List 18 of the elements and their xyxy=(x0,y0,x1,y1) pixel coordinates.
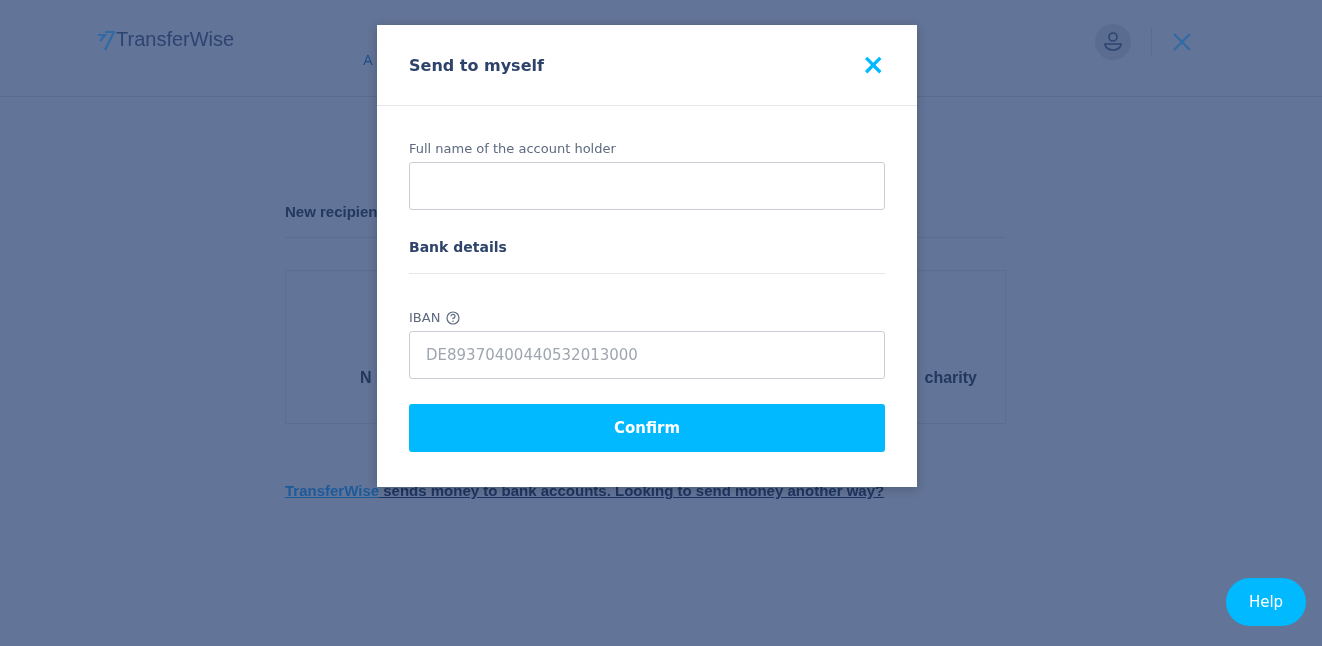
card-label: N xyxy=(360,369,372,387)
field-label: Full name of the account holder xyxy=(409,141,616,156)
logo-icon xyxy=(97,31,115,51)
section-title: Bank details xyxy=(409,224,885,274)
dialog-title: Send to myself xyxy=(409,55,544,75)
profile-button[interactable] xyxy=(1095,24,1131,60)
person-icon xyxy=(1102,31,1124,53)
card-label: charity xyxy=(924,369,977,387)
nav-link[interactable]: A xyxy=(363,52,373,68)
input-field[interactable]: DE89370400440532013000 xyxy=(409,331,885,379)
confirm-button[interactable]: Confirm xyxy=(409,404,885,452)
help-button[interactable]: Help xyxy=(1226,578,1306,626)
close-icon[interactable] xyxy=(1172,32,1192,52)
help-icon[interactable] xyxy=(446,310,461,325)
transferwise-link[interactable]: TransferWise xyxy=(285,482,380,499)
field-label: IBAN xyxy=(409,310,441,325)
close-button[interactable]: × xyxy=(861,51,885,79)
input-field[interactable] xyxy=(409,162,885,210)
